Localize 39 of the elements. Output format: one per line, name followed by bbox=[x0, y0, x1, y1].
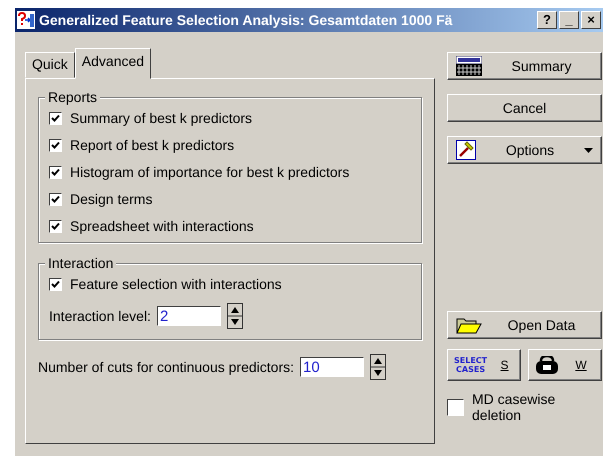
checkbox-label: Design terms bbox=[70, 191, 152, 207]
tab[interactable]: Advanced bbox=[74, 48, 152, 79]
checkbox-label: Feature selection with interactions bbox=[70, 276, 282, 292]
checkbox[interactable] bbox=[49, 192, 62, 206]
app-icon bbox=[17, 11, 35, 29]
checkbox[interactable] bbox=[49, 112, 62, 124]
spreadsheet-icon bbox=[456, 56, 482, 76]
title-button[interactable]: × bbox=[581, 11, 601, 29]
field-label: Interaction level: bbox=[49, 308, 151, 324]
input-field[interactable]: 2 bbox=[156, 306, 221, 326]
open-data-button[interactable]: Open Data bbox=[447, 311, 602, 339]
checkbox-label: Report of best k predictors bbox=[70, 137, 234, 153]
checkbox-label: Summary of best k predictors bbox=[70, 110, 252, 126]
options-button[interactable]: Options bbox=[447, 136, 602, 164]
dropdown-arrow-icon bbox=[584, 148, 593, 152]
input-field[interactable]: 10 bbox=[300, 357, 364, 377]
group-title: Interaction bbox=[45, 255, 116, 271]
checkbox[interactable] bbox=[49, 166, 62, 178]
checkbox-label: MD casewise deletion bbox=[472, 391, 556, 423]
title-button[interactable]: _ bbox=[559, 11, 579, 29]
hammer-icon bbox=[456, 140, 476, 160]
checkbox[interactable] bbox=[49, 220, 62, 232]
spinner-icon[interactable] bbox=[370, 354, 386, 380]
select-cases-icon: SELECT CASES bbox=[454, 356, 488, 374]
select-cases-button[interactable]: SELECT CASES S bbox=[447, 349, 521, 381]
checkbox-label: Spreadsheet with interactions bbox=[70, 218, 254, 234]
checkbox[interactable] bbox=[447, 398, 464, 416]
summary-button[interactable]: Summary bbox=[447, 52, 602, 80]
spinner-icon[interactable] bbox=[226, 303, 243, 329]
group-title: Reports bbox=[45, 89, 100, 105]
title-button[interactable]: ? bbox=[537, 11, 557, 29]
checkbox-label: Histogram of importance for best k predictors bbox=[70, 164, 350, 180]
window-title: Generalized Feature Selection Analysis: Gesamtdaten 1000 Fä bbox=[39, 12, 454, 28]
weight-button[interactable]: W bbox=[528, 349, 602, 381]
checkbox[interactable] bbox=[49, 278, 62, 290]
checkbox[interactable] bbox=[49, 138, 62, 152]
weight-icon bbox=[535, 356, 559, 374]
field-label: Number of cuts for continuous predictors: bbox=[38, 359, 294, 375]
cancel-button[interactable]: Cancel bbox=[447, 94, 602, 122]
